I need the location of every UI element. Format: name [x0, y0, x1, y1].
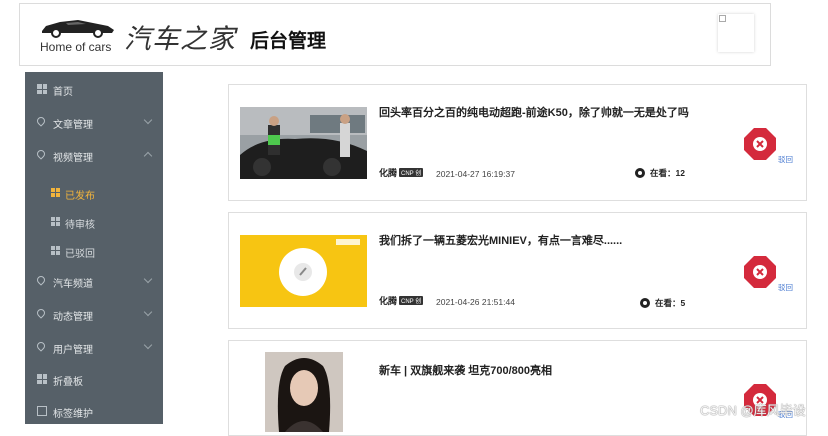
grid-icon	[37, 374, 47, 384]
grid-icon	[37, 84, 47, 94]
sidebar-item-label: 文章管理	[53, 120, 93, 131]
site-logo[interactable]: Home of cars 汽车之家	[38, 14, 235, 58]
sidebar-subitem-rejected[interactable]: 已驳回	[25, 237, 163, 265]
top-header: Home of cars 汽车之家 后台管理	[19, 3, 771, 66]
author-badge: CNP 创	[399, 296, 424, 305]
post-thumbnail[interactable]	[240, 107, 367, 179]
chevron-down-icon	[143, 340, 153, 350]
chevron-down-icon	[143, 307, 153, 317]
sidebar-item-label: 标签维护	[53, 409, 93, 420]
sidebar-subitem-published[interactable]: 已发布	[25, 179, 163, 207]
car-logo-icon	[42, 20, 114, 38]
portrait-image	[265, 352, 343, 432]
sidebar-item-label: 已发布	[65, 191, 95, 202]
pin-icon	[35, 115, 47, 127]
eye-icon	[635, 168, 645, 178]
post-views: 在看：5	[640, 297, 685, 309]
grid-icon	[51, 217, 60, 226]
sidebar-item-label: 用户管理	[53, 345, 93, 356]
book-icon	[37, 406, 47, 416]
sidebar-item-users[interactable]: 用户管理	[25, 332, 163, 364]
post-title[interactable]: 新车 | 双旗舰来袭 坦克700/800亮相	[379, 363, 689, 380]
post-card[interactable]: 我们拆了一辆五菱宏光MINIEV，有点一言难尽...... 化腾 CNP 创 20…	[228, 212, 807, 329]
sidebar-item-videos[interactable]: 视频管理	[25, 140, 163, 172]
post-card[interactable]: 回头率百分之百的纯电动超跑-前途K50，除了帅就一无是处了吗 化腾 CNP 创 2…	[228, 84, 807, 201]
sidebar-item-label: 折叠板	[53, 377, 83, 388]
sidebar-item-label: 已驳回	[65, 249, 95, 260]
sidebar-item-label: 首页	[53, 87, 73, 98]
car-photo-image	[240, 107, 367, 179]
grid-icon	[51, 188, 60, 197]
sidebar-item-articles[interactable]: 文章管理	[25, 107, 163, 139]
post-views: 在看：12	[635, 167, 685, 179]
reject-link[interactable]: 驳回	[778, 282, 793, 293]
sidebar-item-fold-panel[interactable]: 折叠板	[25, 364, 163, 396]
logo-english-text: Home of cars	[40, 40, 112, 54]
logo-chinese-text: 汽车之家	[124, 24, 236, 55]
post-title[interactable]: 回头率百分之百的纯电动超跑-前途K50，除了帅就一无是处了吗	[379, 105, 689, 122]
watermark-text: CSDN @库风毕设	[700, 403, 806, 418]
sidebar-subitem-pending[interactable]: 待审核	[25, 208, 163, 236]
sidebar-item-label: 待审核	[65, 220, 95, 231]
sidebar-item-label: 动态管理	[53, 312, 93, 323]
pin-icon	[35, 148, 47, 160]
grid-icon	[51, 246, 60, 255]
author-badge: CNP 创	[399, 168, 424, 177]
broken-image-icon	[719, 15, 726, 22]
chevron-up-icon	[143, 151, 153, 161]
pin-icon	[35, 274, 47, 286]
post-author: 化腾 CNP 创	[379, 296, 424, 306]
post-thumbnail[interactable]	[240, 235, 367, 307]
sidebar-menu: 首页 文章管理 视频管理 已发布 待审核 已驳回 汽车频道 动态管理 用户管理	[25, 72, 163, 424]
post-title[interactable]: 我们拆了一辆五菱宏光MINIEV，有点一言难尽......	[379, 233, 689, 250]
post-card[interactable]: 新车 | 双旗舰来袭 坦克700/800亮相 驳回	[228, 340, 807, 436]
post-date: 2021-04-27 16:19:37	[436, 169, 515, 179]
sidebar-item-label: 汽车频道	[53, 279, 93, 290]
pin-icon	[35, 340, 47, 352]
pin-icon	[35, 307, 47, 319]
page-title: 后台管理	[250, 31, 327, 52]
user-avatar[interactable]	[718, 14, 754, 52]
chevron-down-icon	[143, 274, 153, 284]
reject-link[interactable]: 驳回	[778, 154, 793, 165]
sidebar-item-tags[interactable]: 标签维护	[25, 396, 163, 428]
video-cover-image	[240, 235, 367, 307]
chevron-down-icon	[143, 115, 153, 125]
sidebar-item-feeds[interactable]: 动态管理	[25, 299, 163, 331]
post-date: 2021-04-26 21:51:44	[436, 297, 515, 307]
post-author: 化腾 CNP 创	[379, 168, 424, 178]
sidebar-item-home[interactable]: 首页	[25, 74, 163, 106]
sidebar-item-label: 视频管理	[53, 153, 93, 164]
delete-icon[interactable]	[743, 255, 777, 289]
post-thumbnail[interactable]	[265, 352, 343, 432]
sidebar-item-car-channel[interactable]: 汽车频道	[25, 266, 163, 298]
delete-icon[interactable]	[743, 127, 777, 161]
eye-icon	[640, 298, 650, 308]
